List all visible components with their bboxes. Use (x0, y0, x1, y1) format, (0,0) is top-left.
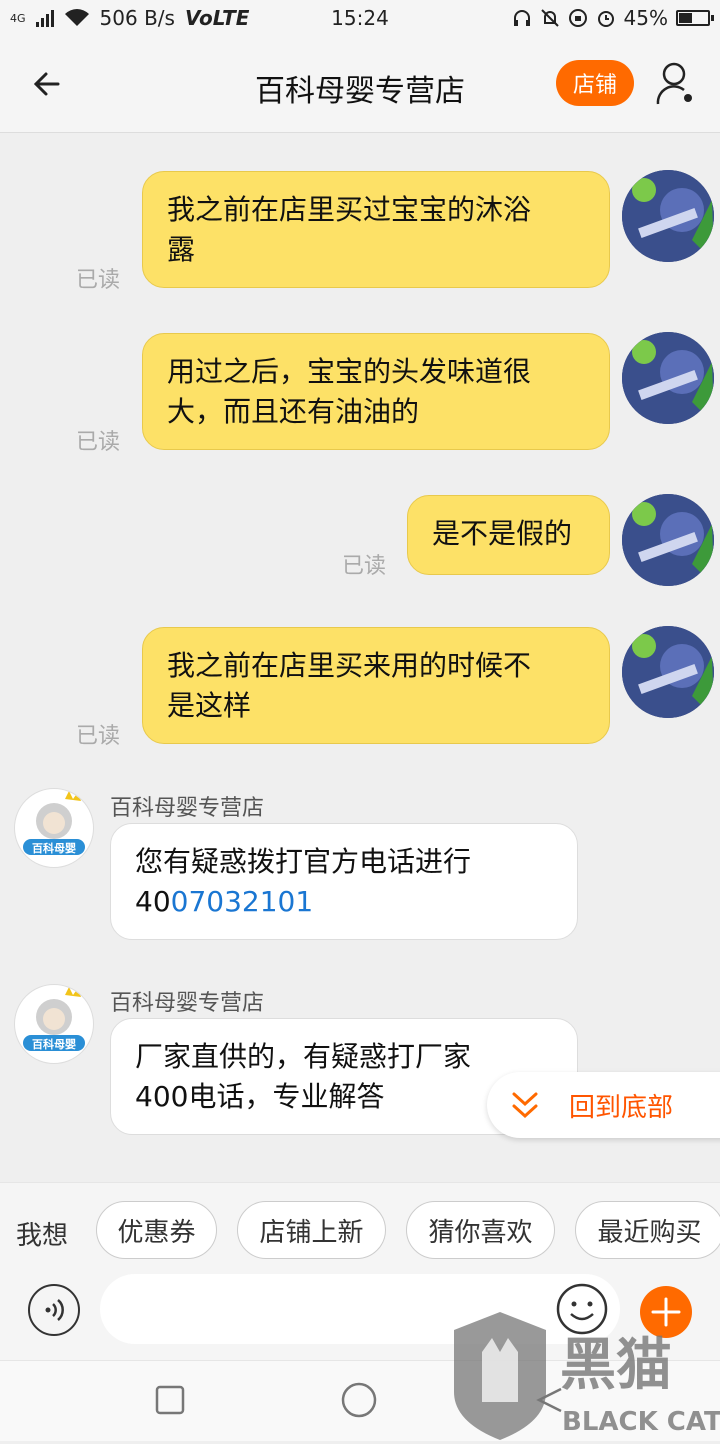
avatar-image (622, 626, 714, 718)
clock: 15:24 (331, 6, 389, 30)
my-avatar[interactable] (622, 332, 714, 424)
my-avatar[interactable] (622, 626, 714, 718)
back-to-bottom-label: 回到底部 (569, 1092, 674, 1123)
message-line: 是不是假的 (432, 517, 573, 550)
chip-new-arrivals[interactable]: 店铺上新 (237, 1201, 386, 1259)
quick-suggestions: 我想 优惠券 店铺上新 猜你喜欢 最近购买 (0, 1182, 720, 1279)
message-bubble-received[interactable]: 您有疑惑拨打官方电话进行 4007032101 (110, 823, 578, 940)
phone-link[interactable]: 07032101 (171, 885, 314, 918)
chat-header: 百科母婴专营店 店铺 (0, 38, 720, 133)
chip-recommend[interactable]: 猜你喜欢 (406, 1201, 555, 1259)
message-line: 用过之后，宝宝的头发味道很 (167, 355, 532, 388)
message-bubble-sent[interactable]: 我之前在店里买过宝宝的沐浴 露 (142, 171, 610, 288)
chip-recent-purchase[interactable]: 最近购买 (575, 1201, 720, 1259)
status-bar: 4G 506 B/s VoLTE 15:24 45% (0, 0, 720, 38)
voice-icon (45, 1299, 64, 1321)
shop-logo-image: 百科母婴 (23, 987, 85, 1051)
shop-avatar[interactable]: 百科母婴 (14, 984, 94, 1064)
my-avatar[interactable] (622, 170, 714, 262)
read-status: 已读 (342, 554, 387, 579)
black-cat-logo: 黑猫 BLACK CAT (454, 1312, 720, 1440)
home-icon[interactable] (341, 1382, 377, 1418)
chip-coupon[interactable]: 优惠券 (96, 1201, 217, 1259)
phone-prefix: 40 (135, 885, 171, 918)
message-line: 您有疑惑拨打官方电话进行 (135, 845, 472, 878)
sender-name: 百科母婴专营店 (110, 796, 265, 821)
suggestions-lead: 我想 (16, 1221, 69, 1251)
headphones-icon (513, 10, 530, 26)
rotation-lock-icon (568, 9, 587, 27)
back-to-bottom-button[interactable]: 回到底部 (487, 1072, 720, 1138)
avatar-image (622, 494, 714, 586)
read-status: 已读 (76, 430, 121, 455)
black-cat-watermark: 黑猫 BLACK CAT (452, 1312, 720, 1440)
alarm-icon (597, 11, 614, 27)
avatar-image (622, 170, 714, 262)
message-bubble-sent[interactable]: 用过之后，宝宝的头发味道很 大，而且还有油油的 (142, 333, 610, 450)
shop-logo-text: 百科母婴 (32, 841, 76, 855)
user-settings-icon[interactable] (654, 60, 700, 110)
message-line: 厂家直供的，有疑惑打厂家 (135, 1040, 472, 1073)
shop-logo-text: 百科母婴 (32, 1037, 76, 1051)
shop-logo-image: 百科母婴 (23, 791, 85, 855)
message-line: 4007032101 (135, 882, 553, 922)
message-line: 我之前在店里买来用的时候不 (167, 649, 532, 682)
battery-percent: 45% (623, 6, 668, 30)
mute-bell-icon (540, 9, 559, 27)
message-line: 是这样 (167, 689, 252, 722)
avatar-image (622, 332, 714, 424)
shop-button[interactable]: 店铺 (556, 60, 634, 106)
my-avatar[interactable] (622, 494, 714, 586)
shop-avatar[interactable]: 百科母婴 (14, 788, 94, 868)
voice-button[interactable] (28, 1284, 80, 1336)
battery-fill (679, 13, 692, 23)
message-line: 露 (167, 233, 196, 266)
read-status: 已读 (76, 268, 121, 293)
message-line: 我之前在店里买过宝宝的沐浴 (167, 193, 532, 226)
message-bubble-sent[interactable]: 是不是假的 (407, 495, 610, 575)
sender-name: 百科母婴专营店 (110, 991, 265, 1016)
watermark-en: BLACK CAT (562, 1407, 720, 1437)
watermark-cn: 黑猫 (560, 1333, 672, 1398)
read-status: 已读 (76, 724, 121, 749)
recent-apps-icon[interactable] (155, 1385, 185, 1415)
double-chevron-down-icon (512, 1092, 538, 1119)
message-line: 大，而且还有油油的 (167, 395, 420, 428)
message-bubble-sent[interactable]: 我之前在店里买来用的时候不 是这样 (142, 627, 610, 744)
battery-icon (676, 10, 714, 26)
